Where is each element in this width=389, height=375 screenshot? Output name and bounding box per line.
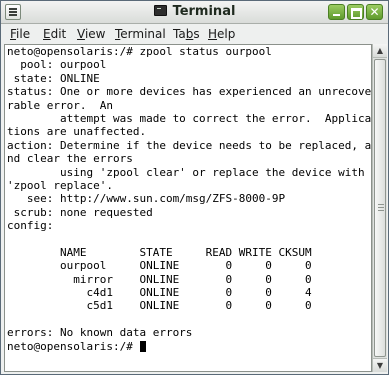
terminal-line: errors: No known data errors <box>7 326 193 340</box>
shell-prompt: neto@opensolaris:/# <box>7 339 140 353</box>
menu-terminal[interactable]: Terminal <box>115 24 166 44</box>
menu-tabs[interactable]: Tabs <box>173 24 200 44</box>
terminal-line: NAME STATE READ WRITE CKSUM <box>7 245 312 259</box>
terminal-line: rable error. An <box>7 98 113 112</box>
minimize-button[interactable] <box>328 4 345 20</box>
menu-file[interactable]: File <box>10 24 30 44</box>
terminal-line: neto@opensolaris:/# zpool status ourpool <box>7 45 272 58</box>
terminal-line: nd clear the errors <box>7 152 133 166</box>
terminal-line: state: ONLINE <box>7 71 100 85</box>
terminal-line: ourpool ONLINE 0 0 0 <box>7 259 312 273</box>
terminal-line: scrub: none requested <box>7 205 153 219</box>
terminal-line: tions are unaffected. <box>7 125 147 139</box>
terminal-line: action: Determine if the device needs to… <box>7 138 372 152</box>
menu-help[interactable]: Help <box>208 24 235 44</box>
maximize-icon <box>351 8 362 19</box>
arrow-up-icon: ▲ <box>376 46 384 55</box>
terminal-line: 'zpool replace'. <box>7 178 113 192</box>
vertical-scrollbar[interactable]: ▲ ▼ <box>372 44 387 372</box>
scroll-up-button[interactable]: ▲ <box>373 44 387 58</box>
scroll-down-button[interactable]: ▼ <box>373 358 387 372</box>
terminal-line: pool: ourpool <box>7 58 107 72</box>
terminal-line: using 'zpool clear' or replace the devic… <box>7 165 365 179</box>
title-bar[interactable]: Terminal ✕ <box>1 1 388 24</box>
terminal-output-area[interactable]: neto@opensolaris:/# zpool status ourpool… <box>4 44 372 372</box>
terminal-line: config: <box>7 219 54 233</box>
terminal-icon <box>153 5 167 16</box>
scrollbar-thumb[interactable] <box>374 59 386 357</box>
arrow-down-icon: ▼ <box>376 361 384 370</box>
terminal-window: Terminal ✕ File Edit View Terminal Tabs … <box>0 0 389 375</box>
terminal-line: status: One or more devices has experien… <box>7 85 372 99</box>
terminal-line: mirror ONLINE 0 0 0 <box>7 272 312 286</box>
close-icon: ✕ <box>369 5 380 19</box>
menu-view[interactable]: View <box>77 24 105 44</box>
menu-edit[interactable]: Edit <box>43 24 66 44</box>
menu-bar: File Edit View Terminal Tabs Help <box>1 24 388 44</box>
terminal-line: c5d1 ONLINE 0 0 0 <box>7 299 312 313</box>
terminal-line: c4d1 ONLINE 0 0 4 <box>7 286 312 300</box>
terminal-lines: neto@opensolaris:/# zpool status ourpool… <box>7 45 371 353</box>
terminal-line: attempt was made to correct the error. A… <box>7 111 372 125</box>
terminal-prompt-line[interactable]: neto@opensolaris:/# <box>7 340 371 353</box>
maximize-button[interactable] <box>347 4 364 20</box>
terminal-line: see: http://www.sun.com/msg/ZFS-8000-9P <box>7 192 286 206</box>
window-title: Terminal <box>172 4 236 19</box>
close-button[interactable]: ✕ <box>366 4 383 20</box>
minimize-icon <box>333 14 340 16</box>
text-cursor <box>140 340 147 352</box>
